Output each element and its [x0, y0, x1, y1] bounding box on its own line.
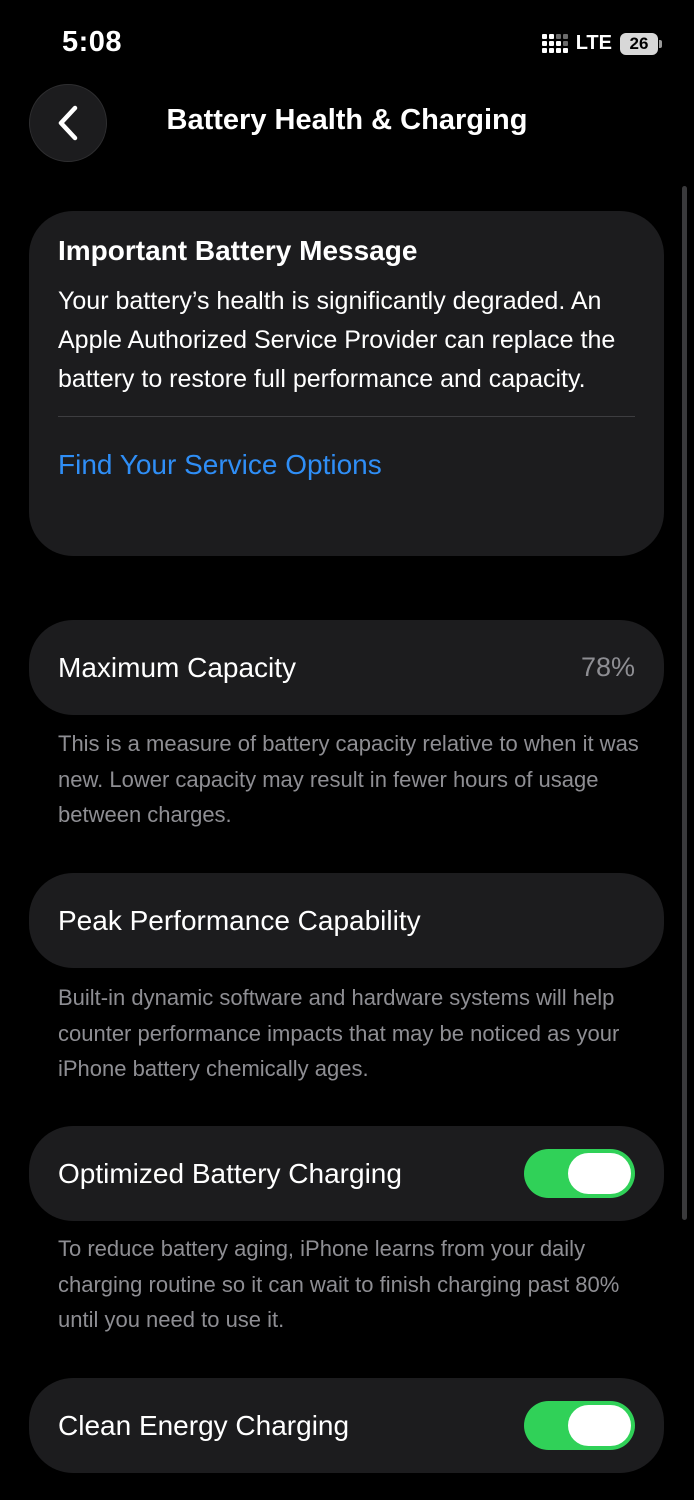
optimized-charging-footnote: To reduce battery aging, iPhone learns f…	[58, 1236, 620, 1332]
scrollbar[interactable]	[682, 186, 687, 1220]
maximum-capacity-footnote: This is a measure of battery capacity re…	[58, 731, 639, 827]
battery-icon: 26	[620, 32, 662, 55]
optimized-charging-label: Optimized Battery Charging	[58, 1157, 402, 1189]
maximum-capacity-label: Maximum Capacity	[58, 651, 297, 683]
divider	[58, 416, 635, 417]
find-service-options-link[interactable]: Find Your Service Options	[58, 449, 635, 481]
maximum-capacity-row: Maximum Capacity 78%	[29, 620, 664, 715]
peak-performance-footnote: Built-in dynamic software and hardware s…	[58, 985, 620, 1081]
toggle-knob	[568, 1153, 631, 1194]
battery-message-card: Important Battery Message Your battery’s…	[29, 211, 664, 556]
status-indicators: LTE 26	[541, 32, 662, 55]
clean-energy-label: Clean Energy Charging	[58, 1409, 350, 1441]
toggle-knob	[568, 1405, 631, 1446]
network-type-label: LTE	[575, 32, 612, 54]
optimized-charging-toggle[interactable]	[524, 1149, 635, 1198]
message-title: Important Battery Message	[58, 235, 418, 266]
status-bar: 5:08 LTE 26	[0, 0, 694, 90]
page-title: Battery Health & Charging	[166, 104, 528, 136]
message-body: Your battery’s health is significantly d…	[58, 287, 616, 393]
peak-performance-row: Peak Performance Capability	[29, 873, 664, 968]
cellular-signal-icon	[541, 34, 568, 53]
maximum-capacity-value: 78%	[580, 652, 635, 682]
clean-energy-toggle[interactable]	[524, 1401, 635, 1450]
optimized-charging-row: Optimized Battery Charging	[29, 1126, 664, 1221]
battery-level-label: 26	[629, 33, 649, 53]
clean-energy-row: Clean Energy Charging	[29, 1378, 664, 1473]
peak-performance-label: Peak Performance Capability	[58, 904, 421, 936]
status-time: 5:08	[62, 26, 123, 58]
